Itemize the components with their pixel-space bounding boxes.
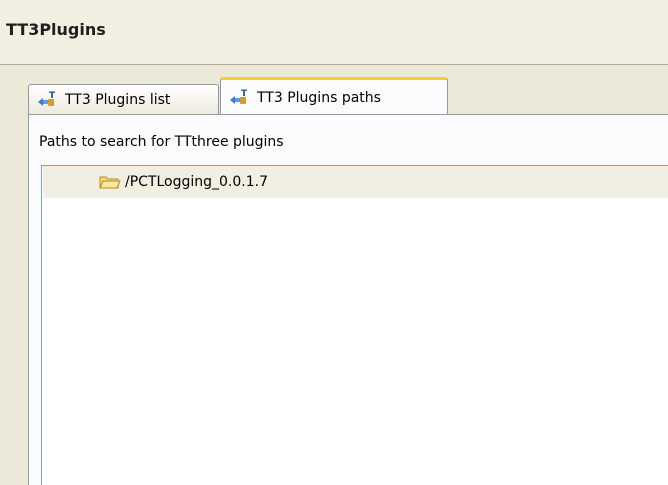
tab-panel: Paths to search for TTthree plugins /PCT… bbox=[28, 115, 668, 485]
tab-plugins-list-label: TT3 Plugins list bbox=[65, 91, 171, 108]
svg-text:T: T bbox=[49, 91, 56, 101]
paths-list[interactable]: /PCTLogging_0.0.1.7 bbox=[41, 165, 668, 485]
folder-icon bbox=[99, 174, 121, 190]
list-item-label: /PCTLogging_0.0.1.7 bbox=[125, 174, 269, 190]
header: TT3Plugins bbox=[0, 0, 668, 64]
plugin-icon: T bbox=[35, 90, 61, 110]
tab-plugins-list[interactable]: T TT3 Plugins list bbox=[28, 84, 219, 114]
page-title: TT3Plugins bbox=[6, 20, 106, 39]
list-item[interactable]: /PCTLogging_0.0.1.7 bbox=[43, 166, 668, 198]
tab-plugins-paths-label: TT3 Plugins paths bbox=[257, 89, 381, 106]
panel-label: Paths to search for TTthree plugins bbox=[39, 134, 284, 150]
tab-plugins-paths[interactable]: T TT3 Plugins paths bbox=[220, 77, 448, 115]
plugin-icon: T bbox=[227, 88, 253, 108]
svg-text:T: T bbox=[241, 89, 248, 99]
